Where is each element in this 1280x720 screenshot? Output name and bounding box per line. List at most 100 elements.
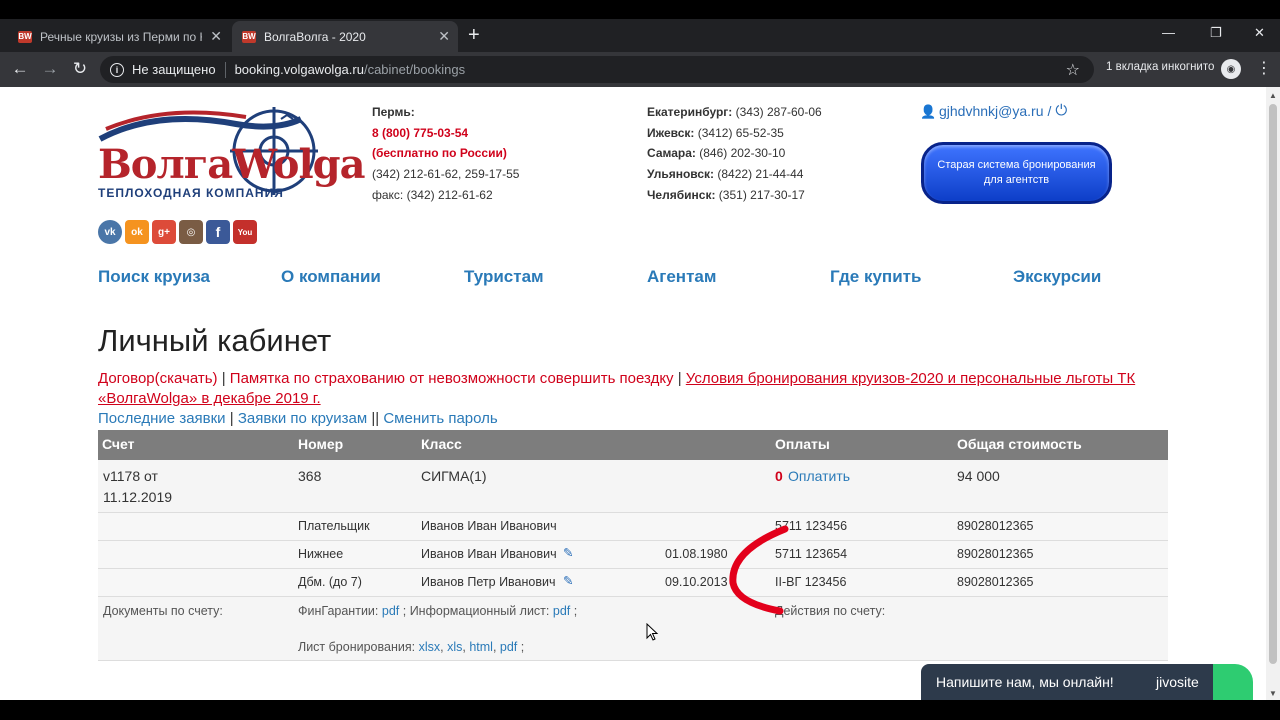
divider (224, 61, 226, 78)
perm-phones: (342) 212-61-62, 259-17-55 (372, 167, 520, 182)
page-scrollbar[interactable]: ▲ ▼ (1266, 87, 1280, 700)
city-contact: Самара: (846) 202-30-10 (647, 146, 786, 161)
invoice-number: v1178 от (103, 468, 158, 484)
table-row: Дбм. (до 7) Иванов Петр Иванович ✎ 09.10… (98, 569, 1168, 597)
city-contacts: Екатеринбург: (343) 287-60-06 Ижевск: (3… (647, 102, 822, 206)
minimize-icon[interactable]: — (1162, 25, 1175, 40)
booking-html-link[interactable]: html (469, 640, 493, 654)
restore-icon[interactable]: ❐ (1210, 25, 1222, 41)
address-bar[interactable]: i Не защищено booking.volgawolga.ru /cab… (100, 56, 1094, 83)
close-tab-icon[interactable]: ✕ (438, 29, 450, 43)
nav-search-cruise[interactable]: Поиск круиза (98, 267, 210, 287)
info-icon[interactable]: i (110, 62, 124, 77)
bookmark-star-icon[interactable]: ☆ (1066, 60, 1080, 80)
nav-excursions[interactable]: Экскурсии (1013, 267, 1101, 287)
recent-orders-link[interactable]: Последние заявки (98, 410, 226, 427)
separator: ; (520, 640, 525, 654)
col-class: Класс (421, 436, 462, 452)
change-password-link[interactable]: Сменить пароль (383, 410, 497, 427)
separator: , (492, 640, 497, 654)
person-phone: 89028012365 (957, 575, 1034, 589)
contract-download-link[interactable]: Договор(скачать) (98, 370, 218, 387)
person-dob: 01.08.1980 (665, 547, 728, 561)
logo-title: ВолгаWolga (98, 141, 366, 188)
reload-icon[interactable]: ↻ (69, 58, 91, 80)
screen-top-bar (0, 0, 1280, 19)
info-sheet-pdf-link[interactable]: pdf (553, 604, 570, 618)
cabinet-links: Последние заявки | Заявки по круизам || … (98, 410, 498, 427)
scroll-up-icon[interactable]: ▲ (1269, 91, 1277, 100)
person-name: Иванов Петр Иванович (421, 575, 556, 589)
forward-icon[interactable]: → (39, 58, 61, 80)
ok-icon[interactable]: ok (125, 220, 149, 244)
close-tab-icon[interactable]: ✕ (210, 29, 222, 43)
table-row: Нижнее Иванов Иван Иванович ✎ 01.08.1980… (98, 541, 1168, 569)
scrollbar-thumb[interactable] (1269, 104, 1277, 664)
city-contact: Екатеринбург: (343) 287-60-06 (647, 105, 822, 119)
chat-message: Напишите нам, мы онлайн! (936, 674, 1114, 690)
separator: | (673, 370, 686, 387)
close-window-icon[interactable]: ✕ (1254, 25, 1265, 41)
nav-where-buy[interactable]: Где купить (830, 267, 921, 287)
gplus-icon[interactable]: g+ (152, 220, 176, 244)
mouse-cursor-icon (646, 623, 659, 641)
red-annotation-arc (729, 525, 789, 615)
separator: | (225, 410, 238, 427)
separator: , (462, 640, 466, 654)
pay-link[interactable]: Оплатить (788, 468, 850, 484)
nav-about[interactable]: О компании (281, 267, 381, 287)
menu-kebab-icon[interactable]: ⋮ (1256, 58, 1272, 78)
tab-volgawolga[interactable]: BW ВолгаВолга - 2020 ✕ (232, 21, 458, 52)
total-cost: 94 000 (957, 468, 1000, 484)
user-separator: / (1047, 102, 1052, 119)
old-booking-line2: для агентств (983, 174, 1050, 186)
user-icon: 👤 (920, 103, 937, 119)
facebook-icon[interactable]: f (206, 220, 230, 244)
col-total: Общая стоимость (957, 436, 1082, 452)
scroll-down-icon[interactable]: ▼ (1269, 689, 1277, 698)
booking-pdf-link[interactable]: pdf (500, 640, 517, 654)
browser-window: BW Речные круизы из Перми по Ка ✕ BW Вол… (0, 0, 1280, 720)
perm-free-phone[interactable]: 8 (800) 775-03-54 (372, 123, 519, 144)
insurance-memo-link[interactable]: Памятка по страхованию от невозможности … (230, 370, 674, 387)
city-contact: Челябинск: (351) 217-30-17 (647, 187, 805, 202)
edit-pencil-icon[interactable]: ✎ (563, 545, 573, 560)
tab-cruises[interactable]: BW Речные круизы из Перми по Ка ✕ (8, 21, 230, 52)
cruise-orders-link[interactable]: Заявки по круизам (238, 410, 367, 427)
cabin-class: СИГМА(1) (421, 468, 487, 484)
vk-icon[interactable]: vk (98, 220, 122, 244)
edit-pencil-icon[interactable]: ✎ (563, 573, 573, 588)
invoice-date: 11.12.2019 (103, 489, 173, 505)
instagram-icon[interactable]: ◎ (179, 220, 203, 244)
chat-online-indicator (1213, 664, 1253, 700)
col-number: Номер (298, 436, 344, 452)
person-role: Плательщик (298, 519, 370, 533)
back-icon[interactable]: ← (9, 58, 31, 80)
user-bar: 👤 gjhdvhnkj@ya.ru / ⏻ (920, 102, 1067, 119)
tab-strip: BW Речные круизы из Перми по Ка ✕ BW Вол… (0, 19, 1280, 52)
incognito-icon[interactable]: ◉ (1221, 59, 1241, 79)
user-email-link[interactable]: gjhdvhnkj@ya.ru (939, 103, 1044, 119)
fin-guarantee-pdf-link[interactable]: pdf (382, 604, 399, 618)
chat-widget[interactable]: Напишите нам, мы онлайн! jivosite (921, 664, 1253, 700)
nav-tourists[interactable]: Туристам (464, 267, 544, 287)
site-logo[interactable]: ВолгаWolga ТЕПЛОХОДНАЯ КОМПАНИЯ (96, 99, 366, 209)
security-label: Не защищено (132, 62, 216, 77)
logout-power-icon[interactable]: ⏻ (1055, 102, 1067, 119)
youtube-icon[interactable]: You (233, 220, 257, 244)
booking-xlsx-link[interactable]: xlsx (419, 640, 441, 654)
perm-contacts: Пермь: 8 (800) 775-03-54 (бесплатно по Р… (372, 102, 519, 206)
booking-xls-link[interactable]: xls (447, 640, 462, 654)
person-role: Нижнее (298, 547, 344, 561)
site-favicon-icon: BW (18, 30, 32, 43)
old-booking-system-button[interactable]: Старая система бронирования для агентств (921, 142, 1112, 204)
info-sheet-label: ; Информационный лист: (402, 604, 550, 618)
city-contact: Ульяновск: (8422) 21-44-44 (647, 167, 804, 182)
nav-agents[interactable]: Агентам (647, 267, 716, 287)
old-booking-line1: Старая система бронирования (937, 159, 1096, 171)
table-row: v1178 от 11.12.2019 368 СИГМА(1) 0 Оплат… (98, 460, 1168, 513)
new-tab-icon[interactable]: + (468, 25, 480, 45)
col-payments: Оплаты (775, 436, 830, 452)
cabin-number: 368 (298, 468, 322, 484)
logo-subtitle: ТЕПЛОХОДНАЯ КОМПАНИЯ (98, 186, 284, 200)
